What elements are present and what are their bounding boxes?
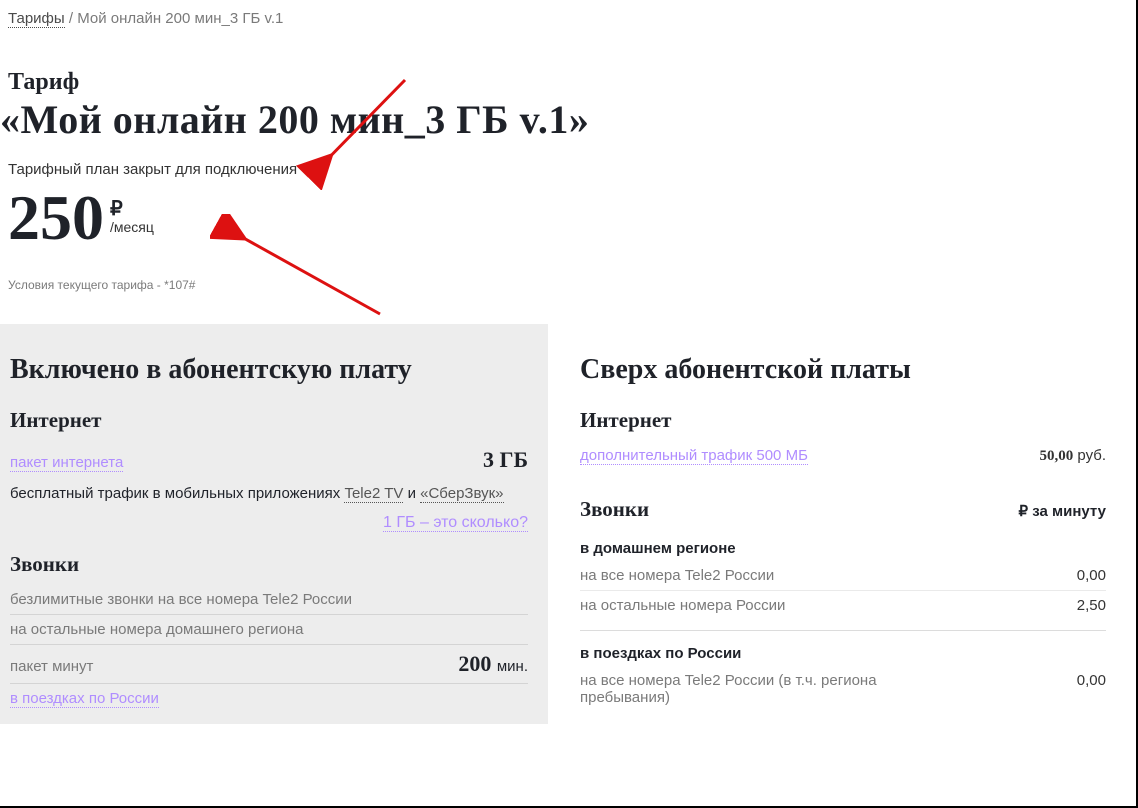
internet-package-amount: 3 (483, 447, 494, 472)
per-minute-label: ₽ за минуту (1019, 502, 1106, 521)
internet-package-link[interactable]: пакет интернета (10, 454, 123, 472)
free-traffic-prefix: бесплатный трафик в мобильных приложения… (10, 485, 344, 502)
home-tele2-label: на все номера Tele2 России (580, 567, 774, 584)
calls-min-pack-label: пакет минут (10, 658, 93, 675)
extra-traffic-price: 50,00 руб. (1039, 447, 1106, 465)
included-calls-head: Звонки (10, 552, 528, 577)
calls-min-unit: мин. (497, 658, 528, 675)
price-unit: ₽ /месяц (110, 196, 154, 235)
extra-title: Сверх абонентской платы (580, 354, 1106, 386)
breadcrumb-current: Мой онлайн 200 мин_3 ГБ v.1 (77, 10, 283, 27)
gb-helper-link[interactable]: 1 ГБ – это сколько? (383, 514, 528, 532)
extra-traffic-row: дополнительный трафик 500 МБ 50,00 руб. (580, 441, 1106, 471)
extra-traffic-link[interactable]: дополнительный трафик 500 МБ (580, 447, 808, 465)
breadcrumb: Тарифы / Мой онлайн 200 мин_3 ГБ v.1 (0, 0, 1136, 33)
home-region-subhead: в домашнем регионе (580, 526, 1106, 561)
home-other-row: на остальные номера России 2,50 (580, 590, 1106, 620)
extra-calls-head: Звонки (580, 497, 649, 522)
trips-tele2-price: 0,00 (1077, 672, 1106, 689)
included-internet-head: Интернет (10, 408, 528, 433)
extra-panel: Сверх абонентской платы Интернет дополни… (558, 324, 1124, 724)
included-title: Включено в абонентскую плату (10, 354, 528, 386)
home-other-price: 2,50 (1077, 597, 1106, 614)
included-panel: Включено в абонентскую плату Интернет па… (0, 324, 548, 724)
breadcrumb-root-link[interactable]: Тарифы (8, 10, 65, 28)
page-title: «Мой онлайн 200 мин_3 ГБ v.1» (0, 96, 1136, 143)
per-minute-text: за минуту (1032, 503, 1106, 520)
gb-helper-row: 1 ГБ – это сколько? (10, 508, 528, 534)
price-period: /месяц (110, 219, 154, 235)
calls-min-pack-value: 200 мин. (458, 651, 528, 677)
price-amount: 250 (8, 186, 104, 250)
closed-plan-note: Тарифный план закрыт для подключения (0, 161, 1136, 178)
internet-package-value: 3 ГБ (483, 447, 528, 473)
free-traffic-note: бесплатный трафик в мобильных приложения… (10, 479, 528, 508)
home-other-label: на остальные номера России (580, 597, 785, 614)
breadcrumb-sep: / (69, 10, 77, 27)
internet-package-unit: ГБ (499, 447, 528, 472)
calls-trips-row: в поездках по России (10, 683, 528, 714)
home-tele2-price: 0,00 (1077, 567, 1106, 584)
extra-traffic-amount: 50,00 (1039, 448, 1073, 464)
trips-russia-link[interactable]: в поездках по России (10, 690, 159, 708)
content-columns: Включено в абонентскую плату Интернет па… (0, 324, 1136, 724)
sberzvuk-link[interactable]: «СберЗвук» (420, 485, 503, 503)
page-header: Тариф «Мой онлайн 200 мин_3 ГБ v.1» (0, 33, 1136, 143)
extra-traffic-unit: руб. (1077, 447, 1106, 464)
tele2tv-link[interactable]: Tele2 TV (344, 485, 403, 503)
header-superlabel: Тариф (0, 69, 1136, 96)
ussd-condition-note: Условия текущего тарифа - *107# (0, 278, 1136, 292)
calls-other-home-row: на остальные номера домашнего региона (10, 614, 528, 644)
home-tele2-row: на все номера Tele2 России 0,00 (580, 561, 1106, 590)
calls-unlimited-row: безлимитные звонки на все номера Tele2 Р… (10, 585, 528, 614)
extra-internet-head: Интернет (580, 408, 1106, 433)
calls-other-home-label: на остальные номера домашнего региона (10, 621, 304, 638)
free-traffic-between: и (403, 485, 420, 502)
calls-min-count: 200 (458, 651, 491, 676)
calls-unlimited-label: безлимитные звонки на все номера Tele2 Р… (10, 591, 352, 608)
per-minute-currency: ₽ (1019, 504, 1029, 520)
extra-calls-head-row: Звонки ₽ за минуту (580, 497, 1106, 522)
trips-tele2-row: на все номера Tele2 России (в т.ч. регио… (580, 666, 1106, 712)
price-block: 250 ₽ /месяц (0, 186, 1136, 250)
calls-min-pack-row: пакет минут 200 мин. (10, 644, 528, 683)
trips-tele2-label: на все номера Tele2 России (в т.ч. регио… (580, 672, 940, 706)
internet-package-row: пакет интернета 3 ГБ (10, 441, 528, 479)
price-currency: ₽ (110, 198, 123, 220)
trips-subhead: в поездках по России (580, 630, 1106, 666)
